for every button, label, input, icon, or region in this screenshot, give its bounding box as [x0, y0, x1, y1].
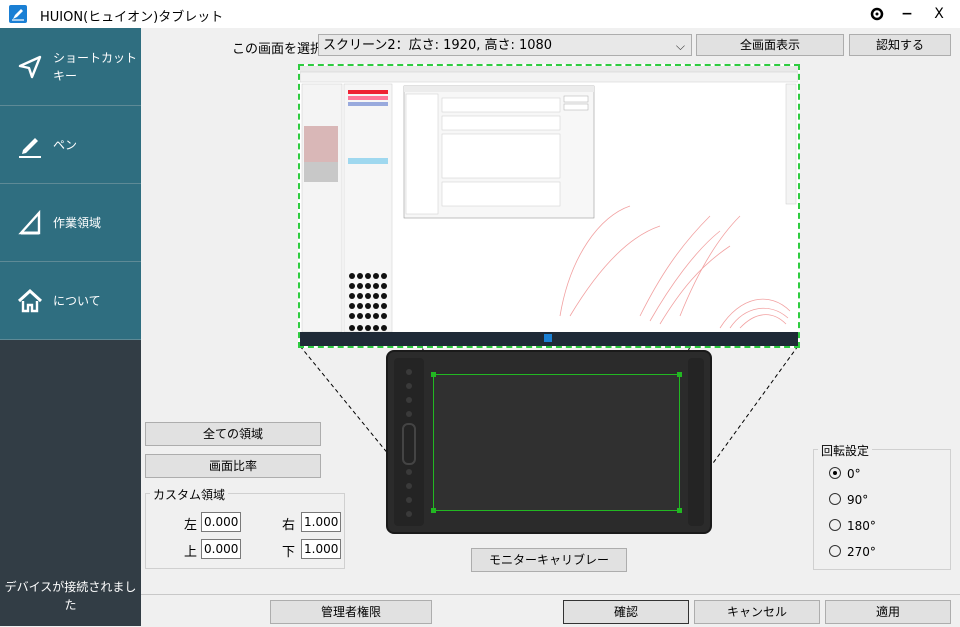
- right-field[interactable]: 1.000: [301, 512, 341, 532]
- admin-button[interactable]: 管理者権限: [270, 600, 432, 624]
- tablet-work-area[interactable]: [431, 372, 682, 513]
- ok-button[interactable]: 確認: [563, 600, 689, 624]
- screen-thumbnail-image: [300, 66, 798, 346]
- corner-handle[interactable]: [677, 508, 682, 513]
- bottom-field[interactable]: 1.000: [301, 539, 341, 559]
- all-area-button[interactable]: 全ての領域: [145, 422, 321, 446]
- cancel-button[interactable]: キャンセル: [694, 600, 820, 624]
- rotation-radio-0[interactable]: 0°: [829, 465, 960, 483]
- left-field[interactable]: 0.000: [201, 512, 241, 532]
- rotation-radio-270[interactable]: 270°: [829, 543, 960, 561]
- rotation-title: 回転設定: [818, 442, 873, 459]
- bottom-label: 下: [282, 545, 296, 560]
- custom-area-title: カスタム領域: [150, 486, 229, 503]
- right-label: 右: [282, 518, 296, 533]
- rotation-option-label: 180°: [847, 519, 876, 533]
- screen-preview[interactable]: [298, 64, 800, 348]
- corner-handle[interactable]: [431, 372, 436, 377]
- top-label: 上: [184, 545, 198, 560]
- monitor-calibration-button[interactable]: モニターキャリブレー: [471, 548, 627, 572]
- left-label: 左: [184, 518, 198, 533]
- rotation-option-label: 90°: [847, 493, 869, 507]
- aspect-ratio-button[interactable]: 画面比率: [145, 454, 321, 478]
- rotation-option-label: 0°: [847, 467, 861, 481]
- rotation-radio-180[interactable]: 180°: [829, 517, 960, 535]
- radio-icon: [829, 545, 841, 557]
- radio-icon: [829, 493, 841, 505]
- corner-handle[interactable]: [677, 372, 682, 377]
- rotation-radio-90[interactable]: 90°: [829, 491, 960, 509]
- apply-button[interactable]: 適用: [825, 600, 951, 624]
- corner-handle[interactable]: [431, 508, 436, 513]
- radio-icon: [829, 519, 841, 531]
- radio-selected-icon: [829, 467, 841, 479]
- rotation-option-label: 270°: [847, 545, 876, 559]
- top-field[interactable]: 0.000: [201, 539, 241, 559]
